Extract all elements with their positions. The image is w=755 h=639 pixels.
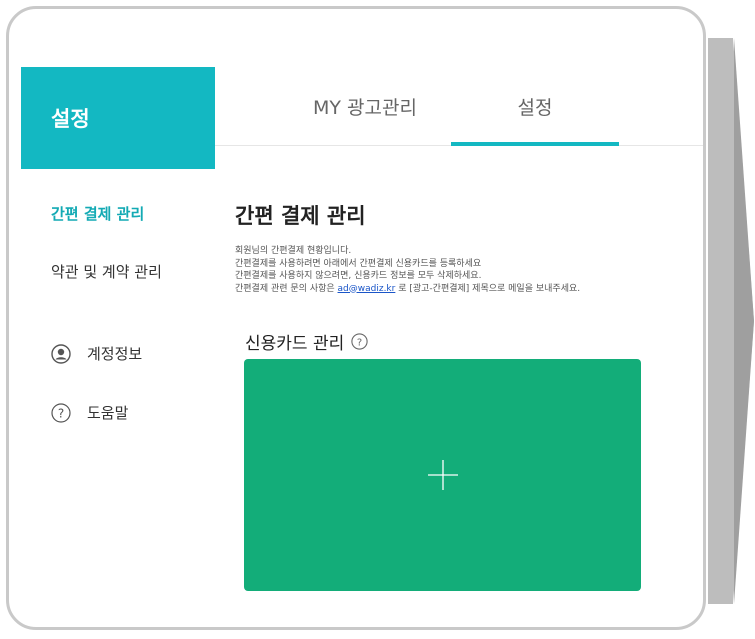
- question-circle-icon[interactable]: ?: [351, 333, 368, 350]
- description-line-2: 간편결제를 사용하려면 아래에서 간편결제 신용카드를 등록하세요: [235, 258, 482, 269]
- app-window: 설정 MY 광고관리 설정 간편 결제 관리 약관 및 계약 관리 계정정보 ?…: [6, 6, 706, 630]
- description-line-4: 간편결제 관련 문의 사항은 ad@wadiz.kr 로 [광고-간편결제] 제…: [235, 283, 580, 296]
- svg-text:?: ?: [357, 338, 362, 349]
- description-line-3: 간편결제를 사용하지 않으려면, 신용카드 정보를 모두 삭제하세요.: [235, 271, 482, 281]
- svg-text:?: ?: [58, 406, 64, 420]
- plus-icon: [427, 460, 458, 490]
- description-line-4-prefix: 간편결제 관련 문의 사항은: [235, 283, 338, 294]
- page-title: 간편 결제 관리: [235, 204, 366, 228]
- description-line-4-suffix: 로 [광고-간편결제] 제목으로 메일을 보내주세요.: [395, 283, 581, 294]
- sidebar-header: 설정: [21, 67, 215, 169]
- add-card-button[interactable]: [244, 359, 641, 591]
- sidebar-item-easy-payment[interactable]: 간편 결제 관리: [51, 203, 144, 224]
- tab-my-ads[interactable]: MY 광고관리: [285, 67, 445, 145]
- description-line-1: 회원님의 간편결제 현황입니다.: [235, 246, 352, 256]
- sidebar-item-terms[interactable]: 약관 및 계약 관리: [51, 261, 162, 282]
- next-step-arrow-icon: [708, 38, 754, 604]
- sidebar-item-account[interactable]: 계정정보: [51, 343, 142, 364]
- page-description: 회원님의 간편결제 현황입니다. 간편결제를 사용하려면 아래에서 간편결제 신…: [235, 245, 580, 295]
- question-circle-icon: ?: [51, 402, 71, 423]
- active-tab-indicator: [451, 142, 619, 146]
- user-circle-icon: [51, 343, 71, 364]
- card-section-title: 신용카드 관리 ?: [245, 329, 368, 354]
- tab-settings[interactable]: 설정: [451, 67, 619, 146]
- sidebar-item-account-label: 계정정보: [87, 345, 143, 363]
- sidebar-item-help[interactable]: ? 도움말: [51, 402, 128, 423]
- tab-bar: MY 광고관리 설정: [215, 67, 703, 146]
- card-section-title-label: 신용카드 관리: [245, 334, 345, 354]
- tab-settings-label: 설정: [517, 96, 553, 119]
- contact-email-link[interactable]: ad@wadiz.kr: [338, 284, 396, 294]
- sidebar-item-help-label: 도움말: [87, 404, 129, 422]
